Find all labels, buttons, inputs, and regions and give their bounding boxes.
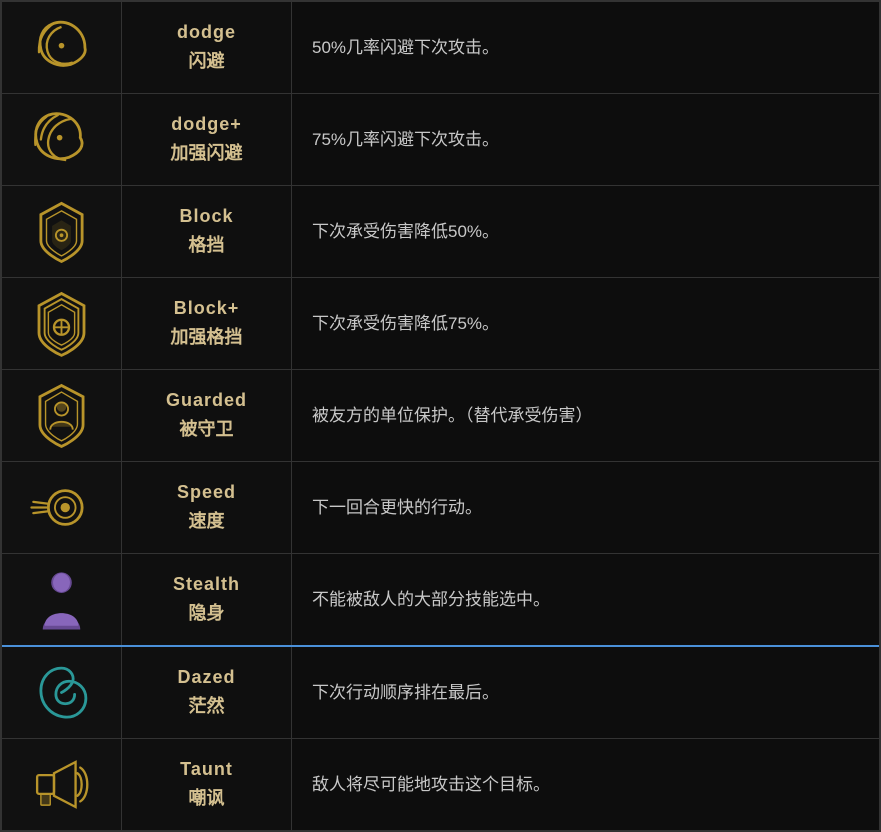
guarded-icon (24, 378, 99, 453)
row-block: Block 格挡 下次承受伤害降低50%。 (2, 186, 879, 278)
name-zh-block: 格挡 (189, 231, 225, 257)
desc-cell-dodge: 50%几率闪避下次攻击。 (292, 2, 879, 93)
icon-cell-guarded (2, 370, 122, 461)
name-cell-block: Block 格挡 (122, 186, 292, 277)
name-cell-block-plus: Block+ 加强格挡 (122, 278, 292, 369)
row-stealth: Stealth 隐身 不能被敌人的大部分技能选中。 (2, 554, 879, 647)
name-zh-guarded: 被守卫 (180, 415, 234, 441)
desc-text-stealth: 不能被敌人的大部分技能选中。 (312, 586, 550, 613)
desc-cell-taunt: 敌人将尽可能地攻击这个目标。 (292, 739, 879, 830)
block-plus-icon (24, 286, 99, 361)
desc-cell-guarded: 被友方的单位保护。（替代承受伤害） (292, 370, 879, 461)
name-cell-dazed: Dazed 茫然 (122, 647, 292, 738)
taunt-icon (24, 747, 99, 822)
name-zh-dodge-plus: 加强闪避 (171, 139, 243, 165)
desc-text-block-plus: 下次承受伤害降低75%。 (312, 310, 499, 337)
name-cell-stealth: Stealth 隐身 (122, 554, 292, 645)
desc-text-dodge-plus: 75%几率闪避下次攻击。 (312, 126, 499, 153)
name-en-dazed: Dazed (177, 667, 235, 688)
icon-cell-block (2, 186, 122, 277)
row-dazed: Dazed 茫然 下次行动顺序排在最后。 (2, 647, 879, 739)
name-cell-taunt: Taunt 嘲讽 (122, 739, 292, 830)
name-zh-speed: 速度 (189, 507, 225, 533)
icon-cell-speed (2, 462, 122, 553)
desc-text-taunt: 敌人将尽可能地攻击这个目标。 (312, 771, 550, 798)
name-en-block-plus: Block+ (174, 298, 240, 319)
desc-text-dodge: 50%几率闪避下次攻击。 (312, 34, 499, 61)
name-en-speed: Speed (177, 482, 236, 503)
desc-text-speed: 下一回合更快的行动。 (312, 494, 482, 521)
row-speed: Speed 速度 下一回合更快的行动。 (2, 462, 879, 554)
name-cell-dodge-plus: dodge+ 加强闪避 (122, 94, 292, 185)
dazed-icon (24, 655, 99, 730)
name-en-stealth: Stealth (173, 574, 240, 595)
desc-cell-block: 下次承受伤害降低50%。 (292, 186, 879, 277)
name-en-guarded: Guarded (166, 390, 247, 411)
name-en-block: Block (179, 206, 233, 227)
name-en-dodge-plus: dodge+ (171, 114, 242, 135)
desc-cell-dodge-plus: 75%几率闪避下次攻击。 (292, 94, 879, 185)
name-en-dodge: dodge (177, 22, 236, 43)
stealth-icon (24, 562, 99, 637)
icon-cell-dazed (2, 647, 122, 738)
desc-cell-stealth: 不能被敌人的大部分技能选中。 (292, 554, 879, 645)
name-en-taunt: Taunt (180, 759, 233, 780)
icon-cell-stealth (2, 554, 122, 645)
row-block-plus: Block+ 加强格挡 下次承受伤害降低75%。 (2, 278, 879, 370)
dodge-plus-icon (24, 102, 99, 177)
block-icon (24, 194, 99, 269)
row-dodge-plus: dodge+ 加强闪避 75%几率闪避下次攻击。 (2, 94, 879, 186)
desc-cell-dazed: 下次行动顺序排在最后。 (292, 647, 879, 738)
row-taunt: Taunt 嘲讽 敌人将尽可能地攻击这个目标。 (2, 739, 879, 830)
name-zh-taunt: 嘲讽 (189, 784, 225, 810)
desc-cell-speed: 下一回合更快的行动。 (292, 462, 879, 553)
speed-icon (24, 470, 99, 545)
desc-cell-block-plus: 下次承受伤害降低75%。 (292, 278, 879, 369)
desc-text-block: 下次承受伤害降低50%。 (312, 218, 499, 245)
name-zh-stealth: 隐身 (189, 599, 225, 625)
icon-cell-block-plus (2, 278, 122, 369)
desc-text-guarded: 被友方的单位保护。（替代承受伤害） (312, 402, 593, 429)
dodge-icon (24, 10, 99, 85)
name-zh-dazed: 茫然 (189, 692, 225, 718)
status-effects-table: dodge 闪避 50%几率闪避下次攻击。 dodge+ 加强闪避 75%几率闪… (0, 0, 881, 832)
name-zh-dodge: 闪避 (189, 47, 225, 73)
icon-cell-taunt (2, 739, 122, 830)
name-cell-guarded: Guarded 被守卫 (122, 370, 292, 461)
desc-text-dazed: 下次行动顺序排在最后。 (312, 679, 499, 706)
row-guarded: Guarded 被守卫 被友方的单位保护。（替代承受伤害） (2, 370, 879, 462)
name-cell-dodge: dodge 闪避 (122, 2, 292, 93)
name-zh-block-plus: 加强格挡 (171, 323, 243, 349)
icon-cell-dodge-plus (2, 94, 122, 185)
icon-cell-dodge (2, 2, 122, 93)
name-cell-speed: Speed 速度 (122, 462, 292, 553)
row-dodge: dodge 闪避 50%几率闪避下次攻击。 (2, 2, 879, 94)
